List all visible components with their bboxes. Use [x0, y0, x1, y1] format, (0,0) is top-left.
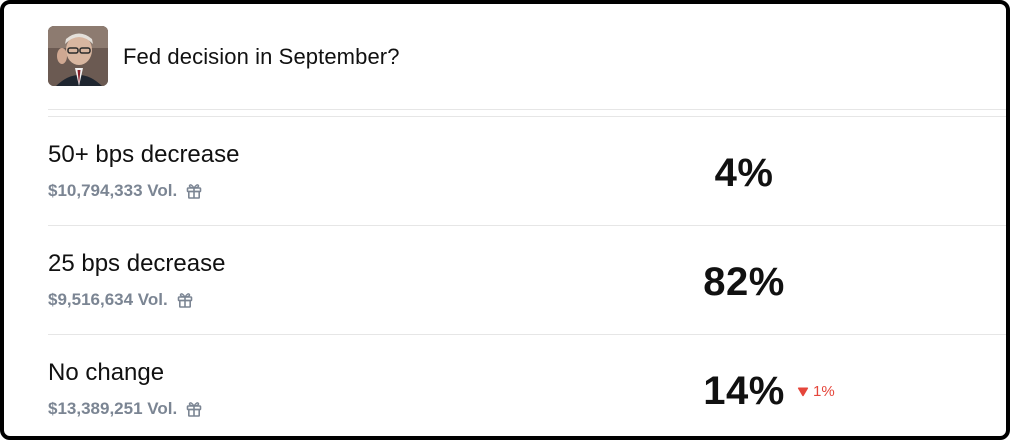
probability-value: 14%: [703, 369, 785, 413]
volume-text: $10,794,333 Vol.: [48, 181, 178, 200]
avatar-image: [48, 26, 108, 86]
outcome-row[interactable]: 25 bps decrease $9,516,634 Vol. 82%: [4, 226, 1006, 334]
gift-icon[interactable]: [176, 291, 194, 309]
volume-line: $9,516,634 Vol.: [48, 290, 194, 310]
volume-line: $10,794,333 Vol.: [48, 181, 203, 201]
volume-line: $13,389,251 Vol.: [48, 399, 203, 419]
header-divider: [48, 109, 1006, 110]
gift-icon[interactable]: [185, 400, 203, 418]
gift-icon[interactable]: [185, 182, 203, 200]
change-value: 1%: [813, 383, 835, 400]
outcome-name: 25 bps decrease: [48, 250, 226, 277]
volume-text: $13,389,251 Vol.: [48, 399, 178, 418]
volume-text: $9,516,634 Vol.: [48, 290, 168, 309]
market-avatar: [48, 26, 108, 86]
market-card: Fed decision in September? 50+ bps decre…: [0, 0, 1010, 440]
market-title[interactable]: Fed decision in September?: [123, 44, 400, 70]
probability-change: 1%: [797, 383, 835, 400]
outcome-name: No change: [48, 359, 165, 386]
outcome-row[interactable]: No change $13,389,251 Vol. 14% 1%: [4, 335, 1006, 436]
outcome-row[interactable]: 50+ bps decrease $10,794,333 Vol. 4%: [4, 117, 1006, 225]
down-triangle-icon: [797, 387, 809, 396]
market-header[interactable]: Fed decision in September?: [4, 4, 1006, 112]
probability-value: 82%: [703, 260, 785, 304]
probability-value: 4%: [714, 151, 774, 195]
outcome-name: 50+ bps decrease: [48, 141, 240, 168]
